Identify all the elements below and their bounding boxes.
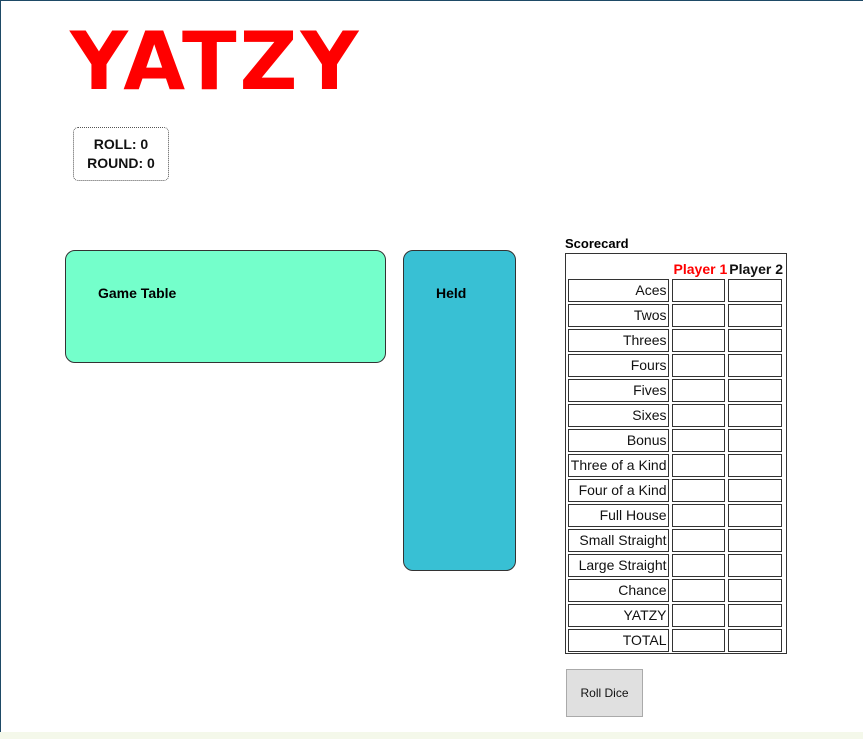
player-1-score-cell[interactable] <box>671 379 726 402</box>
round-counter: ROUND: 0 <box>87 155 155 171</box>
player-2-score-cell[interactable] <box>728 304 783 327</box>
score-row-label: Threes <box>568 329 669 352</box>
bottom-strip <box>0 732 863 739</box>
score-row: Sixes <box>567 404 785 427</box>
window-border-left <box>0 0 1 739</box>
score-rows: Aces Twos Threes Fours Fives Sixes Bonus Three … <box>567 279 785 652</box>
player-1-score-cell[interactable] <box>671 454 726 477</box>
score-row-label: Twos <box>568 304 669 327</box>
player-2-score-cell[interactable] <box>728 554 783 577</box>
score-row-label: Fives <box>568 379 669 402</box>
player-2-score-cell[interactable] <box>728 404 783 427</box>
player-2-score-cell[interactable] <box>728 329 783 352</box>
score-row-label: Full House <box>568 504 669 527</box>
status-box: ROLL: 0 ROUND: 0 <box>73 127 169 181</box>
score-row: Aces <box>567 279 785 302</box>
score-row-label: Small Straight <box>568 529 669 552</box>
game-title: YATZY <box>70 15 362 108</box>
score-row: Full House <box>567 504 785 527</box>
score-row: Large Straight <box>567 554 785 577</box>
score-row: Threes <box>567 329 785 352</box>
roll-dice-button[interactable]: Roll Dice <box>566 669 643 717</box>
player-2-score-cell[interactable] <box>728 279 783 302</box>
scorecard-title: Scorecard <box>565 236 629 251</box>
player-1-score-cell[interactable] <box>671 529 726 552</box>
scorecard-header: Player 1 Player 2 <box>567 255 785 277</box>
score-row-label: TOTAL <box>568 629 669 652</box>
score-row: Twos <box>567 304 785 327</box>
score-row-label: Bonus <box>568 429 669 452</box>
player-2-header: Player 2 <box>729 261 783 277</box>
player-1-score-cell[interactable] <box>671 554 726 577</box>
score-row: Chance <box>567 579 785 602</box>
player-1-score-cell[interactable] <box>671 404 726 427</box>
score-row-label: Chance <box>568 579 669 602</box>
score-row: Small Straight <box>567 529 785 552</box>
player-1-score-cell[interactable] <box>671 279 726 302</box>
player-1-score-cell[interactable] <box>671 429 726 452</box>
score-row: Fours <box>567 354 785 377</box>
score-row-label: Large Straight <box>568 554 669 577</box>
player-1-score-cell[interactable] <box>671 604 726 627</box>
score-row-label: Sixes <box>568 404 669 427</box>
player-2-score-cell[interactable] <box>728 379 783 402</box>
player-1-score-cell[interactable] <box>671 329 726 352</box>
player-2-score-cell[interactable] <box>728 429 783 452</box>
score-row-label: Fours <box>568 354 669 377</box>
game-table-label: Game Table <box>98 285 177 301</box>
score-row-label: Aces <box>568 279 669 302</box>
score-row: Four of a Kind <box>567 479 785 502</box>
player-2-score-cell[interactable] <box>728 629 783 652</box>
player-2-score-cell[interactable] <box>728 454 783 477</box>
player-1-score-cell[interactable] <box>671 629 726 652</box>
player-1-score-cell[interactable] <box>671 579 726 602</box>
score-row: Three of a Kind <box>567 454 785 477</box>
player-2-score-cell[interactable] <box>728 479 783 502</box>
player-1-score-cell[interactable] <box>671 304 726 327</box>
player-2-score-cell[interactable] <box>728 604 783 627</box>
score-row-label: Four of a Kind <box>568 479 669 502</box>
player-2-score-cell[interactable] <box>728 504 783 527</box>
player-2-score-cell[interactable] <box>728 354 783 377</box>
score-row: Fives <box>567 379 785 402</box>
player-2-score-cell[interactable] <box>728 529 783 552</box>
score-row-label: Three of a Kind <box>568 454 669 477</box>
score-row-label: YATZY <box>568 604 669 627</box>
player-2-score-cell[interactable] <box>728 579 783 602</box>
player-1-score-cell[interactable] <box>671 354 726 377</box>
score-row: TOTAL <box>567 629 785 652</box>
held-dice-area[interactable]: Held <box>403 250 516 571</box>
scorecard-table: Player 1 Player 2 Aces Twos Threes Fours Fiv… <box>565 253 787 654</box>
player-1-header: Player 1 <box>673 261 728 277</box>
score-row: YATZY <box>567 604 785 627</box>
roll-counter: ROLL: 0 <box>93 136 149 152</box>
score-row: Bonus <box>567 429 785 452</box>
window-border-top <box>0 0 863 1</box>
game-table-area[interactable]: Game Table <box>65 250 386 363</box>
held-label: Held <box>436 285 467 301</box>
player-1-score-cell[interactable] <box>671 504 726 527</box>
player-1-score-cell[interactable] <box>671 479 726 502</box>
